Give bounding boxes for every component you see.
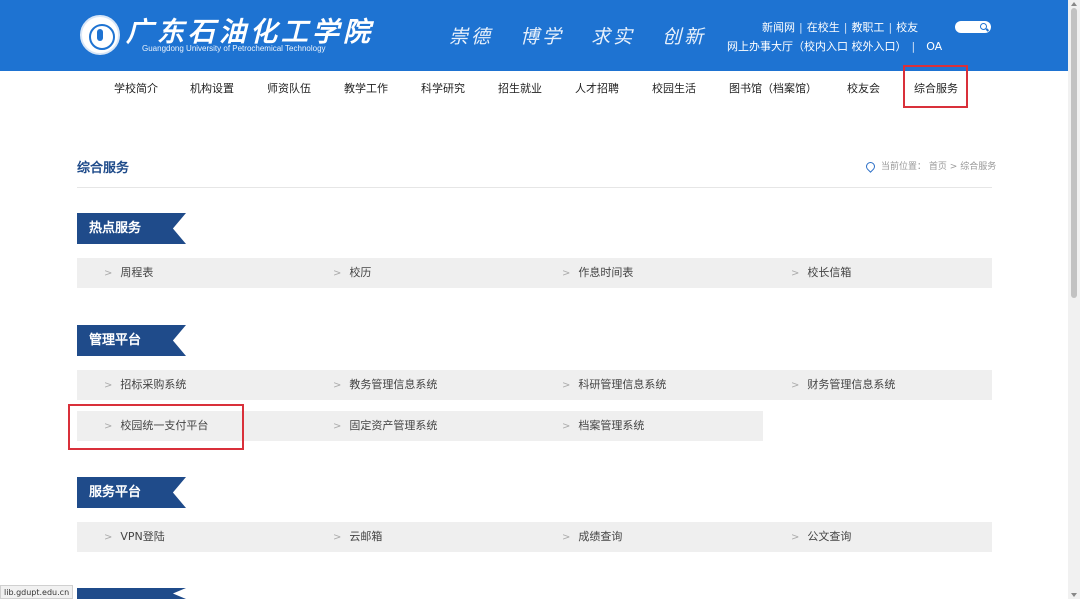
service-label: 档案管理系统 bbox=[578, 419, 645, 432]
service-link-vpn[interactable]: > VPN登陆 bbox=[104, 522, 165, 552]
scroll-down-icon[interactable] bbox=[1071, 593, 1077, 597]
service-label: 教务管理信息系统 bbox=[349, 378, 438, 391]
nav-item-library[interactable]: 图书馆（档案馆） bbox=[729, 80, 817, 96]
service-link-calendar[interactable]: > 校历 bbox=[333, 258, 371, 288]
service-label: 云邮箱 bbox=[349, 530, 383, 543]
link-alumni[interactable]: 校友 bbox=[896, 21, 918, 34]
breadcrumb-prefix: 当前位置： bbox=[881, 162, 927, 172]
nav-item-faculty[interactable]: 师资队伍 bbox=[267, 80, 311, 96]
service-link-timetable[interactable]: > 作息时间表 bbox=[562, 258, 633, 288]
motto-word: 创新 bbox=[662, 26, 707, 48]
service-link-archives-mgmt[interactable]: > 档案管理系统 bbox=[562, 411, 644, 441]
service-link-weekly-schedule[interactable]: > 周程表 bbox=[104, 258, 153, 288]
motto-word: 求实 bbox=[591, 26, 636, 48]
search-icon[interactable] bbox=[980, 23, 987, 30]
chevron-right-icon: > bbox=[562, 268, 571, 279]
link-staff[interactable]: 教职工 bbox=[851, 21, 884, 34]
service-link-president-mailbox[interactable]: > 校长信箱 bbox=[791, 258, 851, 288]
link-online-hall-internal[interactable]: 网上办事大厅（校内入口 bbox=[727, 40, 848, 53]
motto-word: 崇德 bbox=[449, 26, 494, 48]
chevron-right-icon: > bbox=[333, 380, 342, 391]
divider: | bbox=[843, 21, 848, 34]
breadcrumb-current: 综合服务 bbox=[960, 162, 997, 172]
school-emblem-icon[interactable] bbox=[80, 15, 120, 55]
chevron-right-icon: > bbox=[562, 532, 571, 543]
highlight-box-nav-services bbox=[903, 65, 968, 108]
chevron-right-icon: > bbox=[791, 532, 800, 543]
title-divider bbox=[77, 187, 992, 188]
link-news[interactable]: 新闻网 bbox=[762, 21, 795, 34]
site-header: 广东石油化工学院 Guangdong University of Petroch… bbox=[0, 0, 1068, 71]
top-links-row1: 新闻网 | 在校生 | 教职工 | 校友 bbox=[762, 19, 918, 35]
service-label: 成绩查询 bbox=[578, 530, 623, 543]
scroll-up-icon[interactable] bbox=[1071, 2, 1077, 6]
divider: | bbox=[911, 40, 916, 53]
divider: | bbox=[888, 21, 893, 34]
top-links-row2: 网上办事大厅（校内入口 校外入口） | OA bbox=[727, 38, 942, 54]
link-oa[interactable]: OA bbox=[926, 40, 942, 53]
service-row: > 周程表 > 校历 > 作息时间表 > 校长信箱 bbox=[77, 258, 992, 288]
chevron-right-icon: > bbox=[104, 380, 113, 391]
search-input[interactable] bbox=[955, 21, 991, 33]
chevron-right-icon: > bbox=[333, 532, 342, 543]
chevron-right-icon: > bbox=[333, 421, 342, 432]
service-label: VPN登陆 bbox=[120, 530, 165, 543]
chevron-right-icon: > bbox=[791, 380, 800, 391]
nav-item-admissions[interactable]: 招生就业 bbox=[498, 80, 542, 96]
motto-word: 博学 bbox=[520, 26, 565, 48]
section-title-hot-services: 热点服务 bbox=[77, 213, 186, 244]
status-bar-url: lib.gdupt.edu.cn bbox=[0, 585, 74, 599]
nav-item-teaching[interactable]: 教学工作 bbox=[344, 80, 388, 96]
scrollbar-thumb[interactable] bbox=[1071, 8, 1077, 298]
location-pin-icon bbox=[864, 160, 877, 173]
service-label: 周程表 bbox=[120, 266, 154, 279]
divider: | bbox=[799, 21, 803, 34]
service-label: 科研管理信息系统 bbox=[578, 378, 667, 391]
breadcrumb: 当前位置： 首页 > 综合服务 bbox=[864, 159, 997, 173]
chevron-right-icon: > bbox=[562, 421, 571, 432]
section-title-management: 管理平台 bbox=[77, 325, 186, 356]
section-title-next-partial bbox=[77, 588, 186, 599]
school-motto: 崇德 博学 求实 创新 bbox=[449, 22, 724, 49]
link-online-hall-external[interactable]: 校外入口） bbox=[852, 40, 907, 53]
nav-item-about[interactable]: 学校简介 bbox=[114, 80, 158, 96]
service-link-cloud-mail[interactable]: > 云邮箱 bbox=[333, 522, 382, 552]
service-label: 公文查询 bbox=[807, 530, 852, 543]
chevron-right-icon: > bbox=[562, 380, 571, 391]
chevron-right-icon: > bbox=[104, 532, 113, 543]
service-link-fixed-assets[interactable]: > 固定资产管理系统 bbox=[333, 411, 437, 441]
service-label: 财务管理信息系统 bbox=[807, 378, 896, 391]
service-link-finance-mgmt[interactable]: > 财务管理信息系统 bbox=[791, 370, 895, 400]
nav-item-organization[interactable]: 机构设置 bbox=[190, 80, 234, 96]
section-title-service-platform: 服务平台 bbox=[77, 477, 186, 508]
link-students[interactable]: 在校生 bbox=[807, 21, 840, 34]
vertical-scrollbar[interactable] bbox=[1068, 0, 1080, 599]
breadcrumb-sep: > bbox=[949, 162, 958, 172]
service-link-research-mgmt[interactable]: > 科研管理信息系统 bbox=[562, 370, 666, 400]
page-title: 综合服务 bbox=[77, 161, 130, 176]
service-label: 校历 bbox=[349, 266, 372, 279]
service-row: > 招标采购系统 > 教务管理信息系统 > 科研管理信息系统 > 财务管理信息系统 bbox=[77, 370, 992, 400]
highlight-box-unified-payment bbox=[68, 404, 244, 450]
service-row: > VPN登陆 > 云邮箱 > 成绩查询 > 公文查询 bbox=[77, 522, 992, 552]
nav-item-recruitment[interactable]: 人才招聘 bbox=[575, 80, 619, 96]
service-label: 作息时间表 bbox=[578, 266, 634, 279]
service-link-documents[interactable]: > 公文查询 bbox=[791, 522, 851, 552]
service-label: 招标采购系统 bbox=[120, 378, 187, 391]
nav-item-research[interactable]: 科学研究 bbox=[421, 80, 465, 96]
chevron-right-icon: > bbox=[791, 268, 800, 279]
service-label: 固定资产管理系统 bbox=[349, 419, 438, 432]
chevron-right-icon: > bbox=[104, 268, 113, 279]
service-link-procurement[interactable]: > 招标采购系统 bbox=[104, 370, 186, 400]
service-label: 校长信箱 bbox=[807, 266, 852, 279]
service-link-grades[interactable]: > 成绩查询 bbox=[562, 522, 622, 552]
nav-item-campus-life[interactable]: 校园生活 bbox=[652, 80, 696, 96]
nav-item-alumni-assoc[interactable]: 校友会 bbox=[847, 80, 880, 96]
breadcrumb-home[interactable]: 首页 bbox=[929, 162, 947, 172]
school-name-en: Guangdong University of Petrochemical Te… bbox=[142, 44, 326, 53]
chevron-right-icon: > bbox=[333, 268, 342, 279]
service-link-academic-affairs[interactable]: > 教务管理信息系统 bbox=[333, 370, 437, 400]
